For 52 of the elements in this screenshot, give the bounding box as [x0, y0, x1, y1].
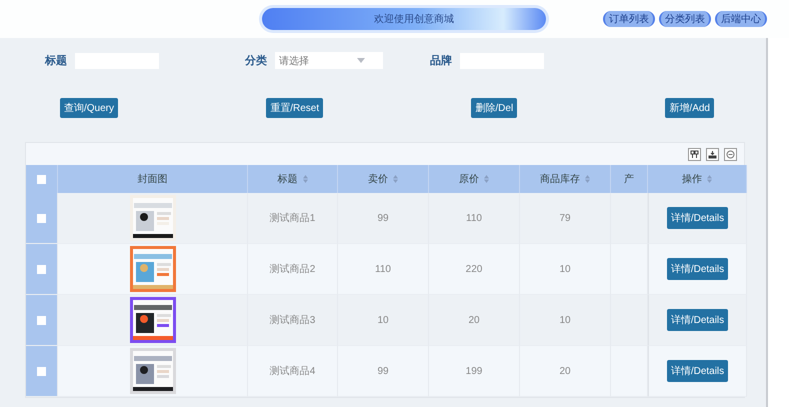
table-cell: 20	[520, 346, 611, 397]
action-button[interactable]: 删除/Del	[471, 98, 518, 118]
row-checkbox[interactable]	[37, 366, 46, 376]
select-all-checkbox[interactable]	[37, 174, 46, 184]
columns-icon[interactable]	[688, 148, 701, 160]
column-header[interactable]: 商品库存	[520, 165, 611, 193]
action-button[interactable]: 新增/Add	[665, 98, 714, 118]
export-icon[interactable]	[706, 148, 719, 160]
sort-icon	[302, 175, 308, 183]
column-header[interactable]: 封面图	[58, 165, 248, 193]
column-header[interactable]: 原价	[429, 165, 520, 193]
table-cell: 测试商品1	[248, 193, 338, 244]
table-cell: 110	[338, 244, 429, 295]
table-cell: 79	[520, 193, 611, 244]
table-cell: 20	[429, 295, 520, 346]
details-button[interactable]: 详情/Details	[666, 207, 728, 229]
details-button[interactable]: 详情/Details	[666, 258, 728, 280]
column-header[interactable]: 操作	[648, 165, 747, 193]
column-header[interactable]: 产	[611, 165, 648, 193]
table-cell: 99	[338, 346, 429, 397]
table-cell: 10	[520, 244, 611, 295]
filter-label: 品牌	[430, 54, 452, 68]
sort-icon	[585, 175, 590, 183]
table-cell: 测试商品2	[248, 244, 338, 295]
row-checkbox[interactable]	[37, 264, 46, 274]
table-cell: 10	[520, 295, 611, 346]
column-header[interactable]: 标题	[248, 165, 338, 193]
sort-icon	[393, 175, 398, 183]
action-button[interactable]: 重置/Reset	[266, 98, 324, 118]
table-cell: 199	[429, 346, 520, 397]
caret-icon	[357, 58, 365, 63]
table-cell: 220	[429, 244, 520, 295]
table-cell: 99	[338, 193, 429, 244]
nav-link[interactable]: 分类列表	[659, 11, 711, 27]
category-select[interactable]: 请选择	[275, 52, 383, 69]
sort-icon	[707, 175, 712, 183]
table-cell: 110	[429, 193, 520, 244]
row-checkbox[interactable]	[37, 316, 46, 324]
welcome-title: 欢迎使用创意商城	[374, 12, 454, 26]
table-cell: 测试商品4	[248, 346, 338, 397]
table-cell: 10	[338, 295, 429, 346]
details-button[interactable]: 详情/Details	[666, 360, 728, 382]
action-button[interactable]: 查询/Query	[60, 98, 118, 118]
sort-icon	[484, 175, 489, 183]
nav-link[interactable]: 后端中心	[715, 11, 767, 27]
filter-label: 标题	[45, 54, 67, 68]
details-button[interactable]: 详情/Details	[666, 309, 728, 331]
nav-link[interactable]: 订单列表	[603, 11, 655, 27]
filter-label: 分类	[245, 54, 267, 68]
row-checkbox[interactable]	[37, 214, 46, 222]
column-header[interactable]: 卖价	[338, 165, 429, 193]
table-cell: 测试商品3	[248, 295, 338, 346]
